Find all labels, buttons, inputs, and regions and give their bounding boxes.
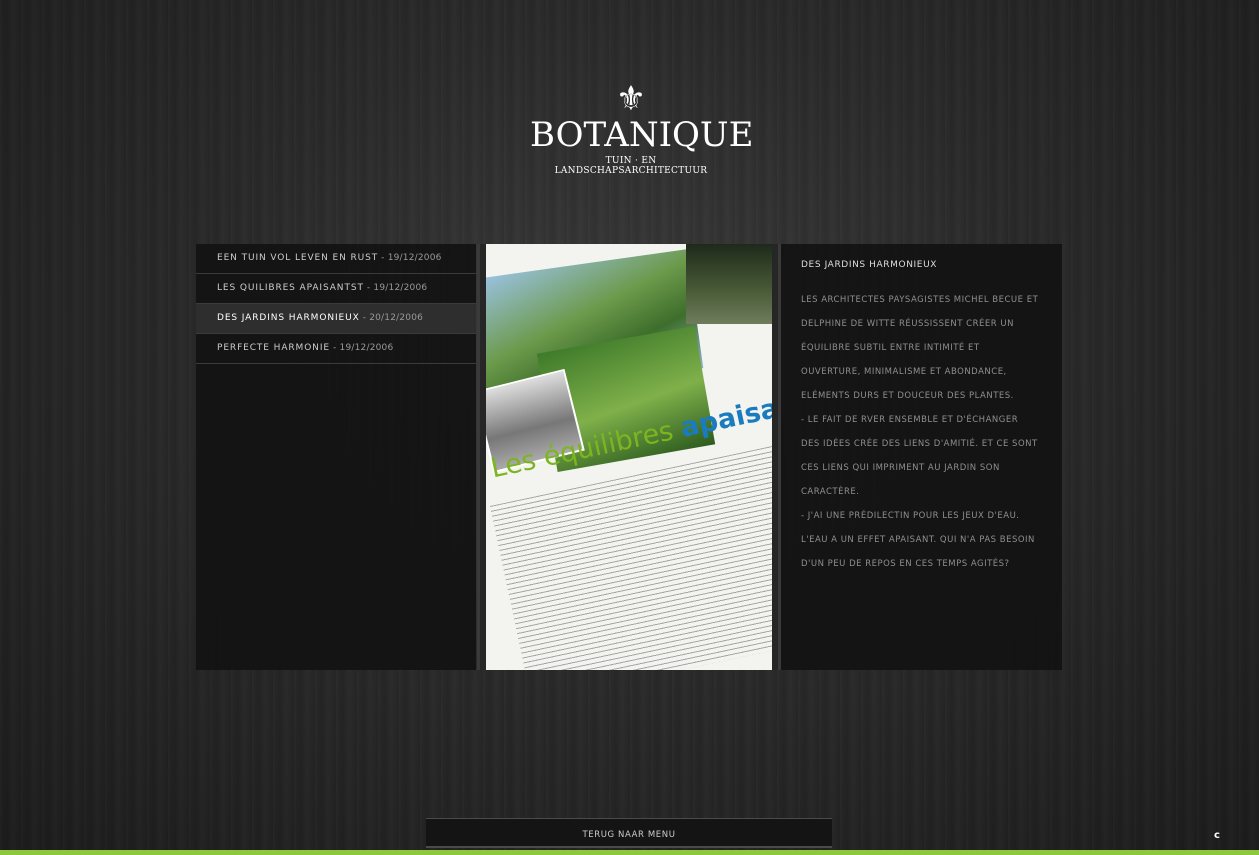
botanique-logo: ⚜ BOTANIQUE TUIN · EN LANDSCHAPSARCHITEC… [530, 79, 754, 176]
credit-logo-icon[interactable]: c [1214, 830, 1226, 842]
menu-item-title: LES QUILIBRES APAISANTST [217, 283, 364, 293]
article-title: DES JARDINS HARMONIEUX [801, 260, 938, 270]
article-paragraph: - J'AI UNE PRÉDILECTIN POUR LES JEUX D'E… [801, 511, 1035, 569]
menu-item-des-jardins[interactable]: DES JARDINS HARMONIEUX - 20/12/2006 [196, 304, 476, 334]
article-menu: EEN TUIN VOL LEVEN EN RUST - 19/12/2006 … [196, 244, 476, 364]
menu-item-title: EEN TUIN VOL LEVEN EN RUST [217, 253, 379, 263]
menu-item-date: - 19/12/2006 [329, 343, 394, 353]
menu-item-date: - 20/12/2006 [359, 313, 424, 323]
magazine-preview-panel: Les équilibres apaisants [477, 244, 781, 670]
article-menu-panel: EEN TUIN VOL LEVEN EN RUST - 19/12/2006 … [196, 244, 476, 670]
logo-name: BOTANIQUE [530, 115, 754, 155]
fleur-de-lis-icon: ⚜ [615, 79, 647, 119]
menu-item-perfecte-harmonie[interactable]: PERFECTE HARMONIE - 19/12/2006 [196, 334, 476, 364]
magazine-page-image[interactable]: Les équilibres apaisants [486, 244, 772, 670]
article-paragraph: LES ARCHITECTES PAYSAGISTES MICHEL BECUE… [801, 295, 1039, 401]
article-body: LES ARCHITECTES PAYSAGISTES MICHEL BECUE… [801, 288, 1039, 576]
menu-item-date: - 19/12/2006 [378, 253, 442, 263]
menu-item-title: PERFECTE HARMONIE [217, 343, 330, 353]
menu-item-les-quilibres[interactable]: LES QUILIBRES APAISANTST - 19/12/2006 [196, 274, 476, 304]
article-text-panel: DES JARDINS HARMONIEUX LES ARCHITECTES P… [781, 244, 1062, 670]
logo-tagline: TUIN · EN LANDSCHAPSARCHITECTUUR [554, 156, 708, 176]
footer-accent-bar [0, 850, 1259, 855]
back-to-menu-button[interactable]: TERUG NAAR MENU [426, 818, 832, 848]
article-paragraph: - LE FAIT DE RVER ENSEMBLE ET D'ÉCHANGER… [801, 415, 1038, 497]
menu-item-title: DES JARDINS HARMONIEUX [217, 313, 360, 323]
menu-item-date: - 19/12/2006 [363, 283, 428, 293]
menu-item-een-tuin[interactable]: EEN TUIN VOL LEVEN EN RUST - 19/12/2006 [196, 244, 476, 274]
